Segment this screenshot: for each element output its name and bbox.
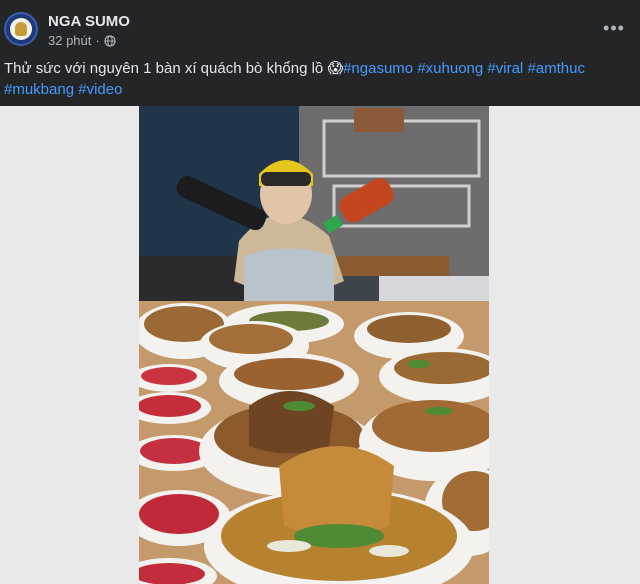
post-meta: 32 phút ·	[48, 33, 116, 48]
post-photo[interactable]	[139, 106, 489, 584]
hashtag-video[interactable]: #video	[78, 81, 122, 98]
post-media[interactable]	[0, 106, 640, 584]
avatar-logo	[10, 18, 32, 40]
post-header: NGA SUMO 32 phút · •••	[0, 0, 640, 58]
more-horizontal-icon: •••	[603, 17, 625, 38]
food-photo-illustration	[139, 106, 489, 584]
more-options-button[interactable]: •••	[602, 16, 626, 40]
hashtag-xuhuong[interactable]: #xuhuong	[417, 60, 483, 77]
page-avatar[interactable]	[4, 12, 38, 46]
page-name[interactable]: NGA SUMO	[48, 13, 130, 30]
hashtag-mukbang[interactable]: #mukbang	[4, 81, 74, 98]
hashtag-amthuc[interactable]: #amthuc	[527, 60, 585, 77]
hashtag-viral[interactable]: #viral	[487, 60, 523, 77]
caption-emoji: 😱	[327, 60, 344, 77]
hashtag-ngasumo[interactable]: #ngasumo	[343, 60, 413, 77]
post-caption: Thử sức với nguyên 1 bàn xí quách bò khổ…	[4, 58, 624, 100]
post-time[interactable]: 32 phút	[48, 33, 91, 48]
caption-text: Thử sức với nguyên 1 bàn xí quách bò khổ…	[4, 60, 328, 77]
globe-icon	[104, 34, 116, 47]
